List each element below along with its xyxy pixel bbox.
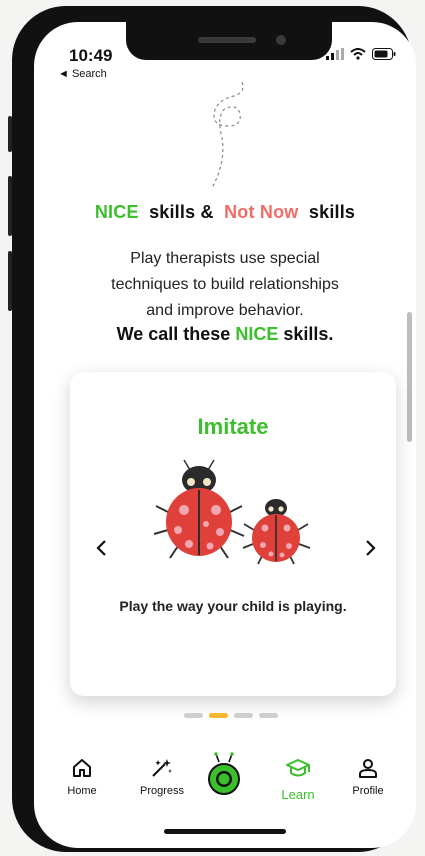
next-skill-button[interactable] [360,537,382,563]
wifi-icon [350,48,366,60]
tab-home[interactable]: Home [62,758,102,797]
volume-up-button [8,176,12,236]
intro-bold-line: We call these NICE skills. [34,324,416,345]
camera [276,35,286,45]
skill-card[interactable]: Imitate Play the way your child is playi… [70,372,396,696]
ladybug-large [153,459,245,559]
tab-learn-label: Learn [281,787,315,802]
section-heading: NICE skills & Not Now skills [34,202,416,223]
dotted-loop-decoration [211,82,244,189]
skill-caption: Play the way your child is playing. [119,598,347,614]
heading-not-now: Not Now [224,202,299,222]
ladybugs-illustration [153,459,311,565]
carousel-dot-3[interactable] [234,713,253,718]
status-icons [326,48,396,60]
volume-down-button [8,251,12,311]
intro-bold-highlight: NICE [235,324,279,344]
carousel-dot-1[interactable] [184,713,203,718]
intro-text: Play therapists use special techniques t… [74,246,376,324]
sparkle-wand-icon [152,759,172,777]
intro-line-3: and improve behavior. [146,302,304,319]
mute-switch [8,116,12,152]
intro-bold-prefix: We call these [116,324,231,344]
heading-nice: NICE [94,202,139,222]
tab-progress-label: Progress [139,785,185,797]
carousel-pagination [184,713,278,718]
cellular-signal-icon [326,48,344,60]
intro-bold-suffix: skills. [283,324,334,344]
intro-line-2: techniques to build relationships [111,276,339,293]
battery-icon [372,48,396,60]
home-icon [73,759,91,777]
carousel-dot-4[interactable] [259,713,278,718]
screen: 10:49 ◄ Search NICE skills & Not Now ski… [34,22,416,848]
prev-skill-button[interactable] [90,537,112,563]
tab-ladybug-home[interactable] [204,752,244,801]
bottom-tab-bar: Home Progress Learn Profile [34,752,416,822]
tab-progress[interactable]: Progress [130,758,194,797]
speaker [198,37,256,43]
home-indicator[interactable] [164,829,286,834]
carousel-dot-2[interactable] [209,713,228,718]
back-to-search-link[interactable]: ◄ Search [58,68,107,80]
tab-profile[interactable]: Profile [342,758,394,797]
tab-learn[interactable]: Learn [270,758,326,802]
ladybug-center-icon [208,752,240,795]
intro-line-1: Play therapists use special [130,250,320,267]
notch [126,22,332,60]
ladybug-small [242,499,311,565]
person-icon [359,759,377,778]
status-time: 10:49 [69,46,113,65]
skill-title: Imitate [197,414,269,439]
heading-skills-and: skills & [149,202,214,222]
phone-frame: 10:49 ◄ Search NICE skills & Not Now ski… [8,6,416,852]
tab-home-label: Home [67,785,97,797]
heading-skills: skills [308,202,356,222]
chevron-left-icon [96,540,106,556]
graduation-cap-icon [286,759,310,777]
tab-profile-label: Profile [352,785,384,797]
chevron-right-icon [366,540,376,556]
